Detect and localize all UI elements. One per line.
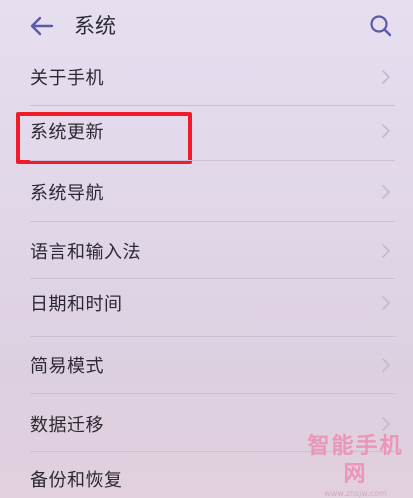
menu-item-system-navigation[interactable]: 系统导航 (0, 164, 413, 220)
chevron-right-icon (382, 417, 390, 431)
page-title: 系统 (74, 14, 116, 38)
menu-item-label: 关于手机 (30, 68, 104, 89)
chevron-right-icon (382, 124, 390, 138)
menu-item-language-input[interactable]: 语言和输入法 (0, 223, 413, 279)
divider (30, 393, 395, 394)
highlight-annotation-box (16, 112, 192, 164)
menu-item-date-time[interactable]: 日期和时间 (0, 275, 413, 331)
chevron-right-icon (382, 185, 390, 199)
divider (30, 160, 395, 161)
menu-item-about-phone[interactable]: 关于手机 (0, 49, 413, 105)
menu-item-label: 备份和恢复 (30, 470, 123, 491)
chevron-right-icon (382, 244, 390, 258)
chevron-right-icon (382, 70, 390, 84)
chevron-right-icon (382, 358, 390, 372)
chevron-right-icon (382, 296, 390, 310)
divider (30, 221, 395, 222)
menu-item-label: 数据迁移 (30, 415, 104, 436)
menu-item-label: 日期和时间 (30, 294, 123, 315)
arrow-left-icon[interactable] (28, 12, 56, 40)
watermark-title: 智能手机网 (307, 434, 404, 487)
watermark-logo: 智能手机网 www.znsjw.com (298, 433, 413, 498)
watermark-url: www.znsjw.com (324, 489, 387, 498)
menu-item-simple-mode[interactable]: 简易模式 (0, 337, 413, 393)
settings-screen: 系统 关于手机 系统更新 系统导航 语言和输入法 日期和时间 简易模式 数据迁移… (0, 0, 413, 498)
menu-item-label: 简易模式 (30, 356, 104, 377)
search-icon[interactable] (367, 12, 395, 40)
top-app-bar: 系统 (0, 0, 413, 56)
menu-item-label: 语言和输入法 (30, 242, 141, 263)
menu-item-label: 系统导航 (30, 183, 104, 204)
